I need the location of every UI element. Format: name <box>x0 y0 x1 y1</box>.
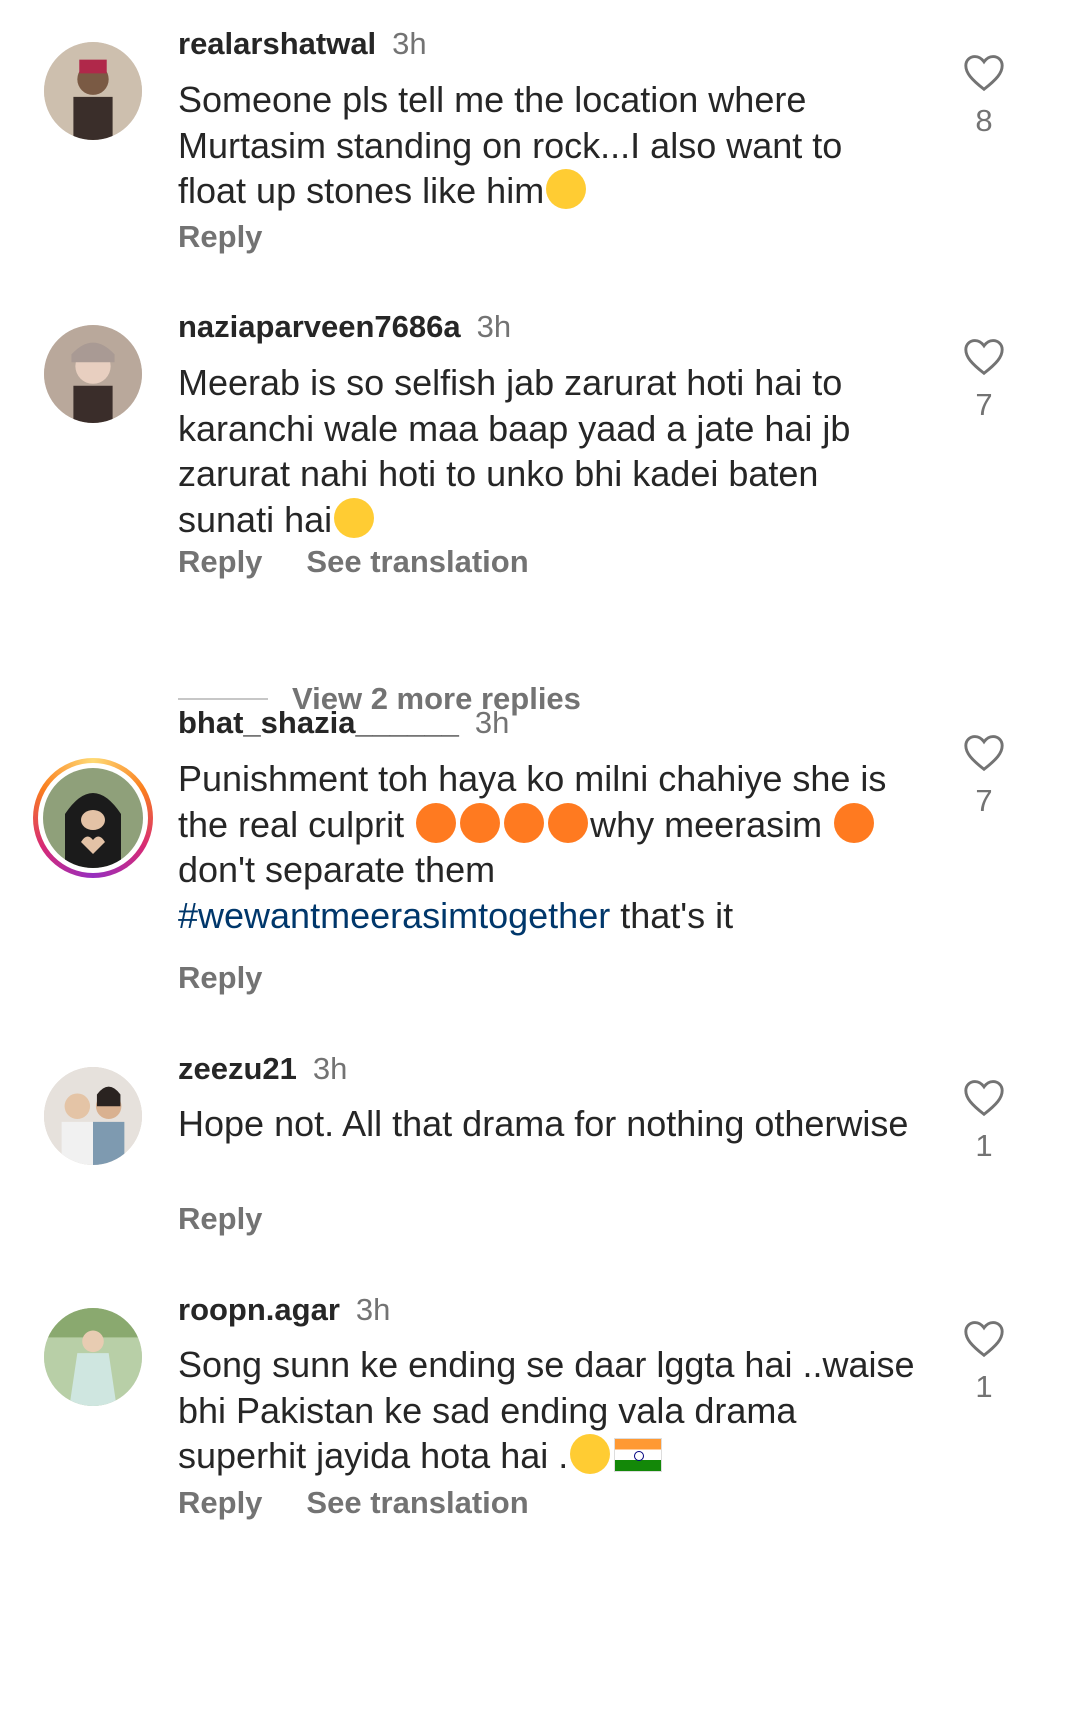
avatar-with-story-ring[interactable] <box>33 758 153 878</box>
divider <box>178 698 268 700</box>
angry-emoji-icon <box>504 802 545 843</box>
timestamp: 3h <box>392 26 427 61</box>
angry-emoji-icon <box>416 802 457 843</box>
timestamp: 3h <box>312 1051 348 1086</box>
avatar[interactable] <box>44 1308 142 1406</box>
heart-icon[interactable] <box>962 336 1006 376</box>
expressionless-emoji-icon <box>334 497 375 538</box>
avatar[interactable] <box>44 1067 142 1165</box>
avatar[interactable] <box>44 42 142 140</box>
timestamp: 3h <box>476 309 512 344</box>
timestamp: 3h <box>355 1292 391 1327</box>
angry-emoji-icon <box>834 802 875 843</box>
username[interactable]: realarshatwal <box>178 26 376 61</box>
timestamp: 3h <box>474 705 510 740</box>
angry-emoji-icon <box>460 802 501 843</box>
comment-text: Song sunn ke ending se daar lggta hai ..… <box>178 1344 915 1476</box>
india-flag-icon <box>614 1438 663 1472</box>
laughing-emoji-icon <box>546 169 587 209</box>
like-count: 7 <box>975 387 993 422</box>
like-count: 1 <box>975 1128 993 1163</box>
see-translation-button[interactable]: See translation <box>306 1485 528 1520</box>
heart-icon[interactable] <box>962 1318 1006 1358</box>
username[interactable]: zeezu21 <box>178 1051 297 1086</box>
comment-text: Someone pls tell me the location where M… <box>178 79 843 211</box>
avatar[interactable] <box>44 325 142 423</box>
reply-button[interactable]: Reply <box>178 960 262 995</box>
angry-emoji-icon <box>548 802 589 843</box>
like-count: 1 <box>975 1369 993 1404</box>
reply-button[interactable]: Reply <box>178 1201 262 1236</box>
reply-button[interactable]: Reply <box>178 219 262 254</box>
heart-icon[interactable] <box>962 732 1006 772</box>
comment-text: Punishment toh haya ko milni chahiye she… <box>178 758 887 936</box>
reply-button[interactable]: Reply <box>178 544 262 579</box>
comment-text: Meerab is so selfish jab zarurat hoti ha… <box>178 362 851 540</box>
like-count: 8 <box>975 103 993 138</box>
comment-text: Hope not. All that drama for nothing oth… <box>178 1103 909 1144</box>
like-count: 7 <box>975 783 993 818</box>
heart-icon[interactable] <box>962 1077 1006 1117</box>
username[interactable]: bhat_shazia______ <box>178 705 459 740</box>
heart-icon[interactable] <box>962 52 1006 92</box>
username[interactable]: naziaparveen7686a <box>178 309 461 344</box>
hashtag-link[interactable]: #wewantmeerasimtogether <box>178 895 610 936</box>
username[interactable]: roopn.agar <box>178 1292 340 1327</box>
disappointed-emoji-icon <box>570 1434 611 1474</box>
reply-button[interactable]: Reply <box>178 1485 262 1520</box>
see-translation-button[interactable]: See translation <box>306 544 528 579</box>
